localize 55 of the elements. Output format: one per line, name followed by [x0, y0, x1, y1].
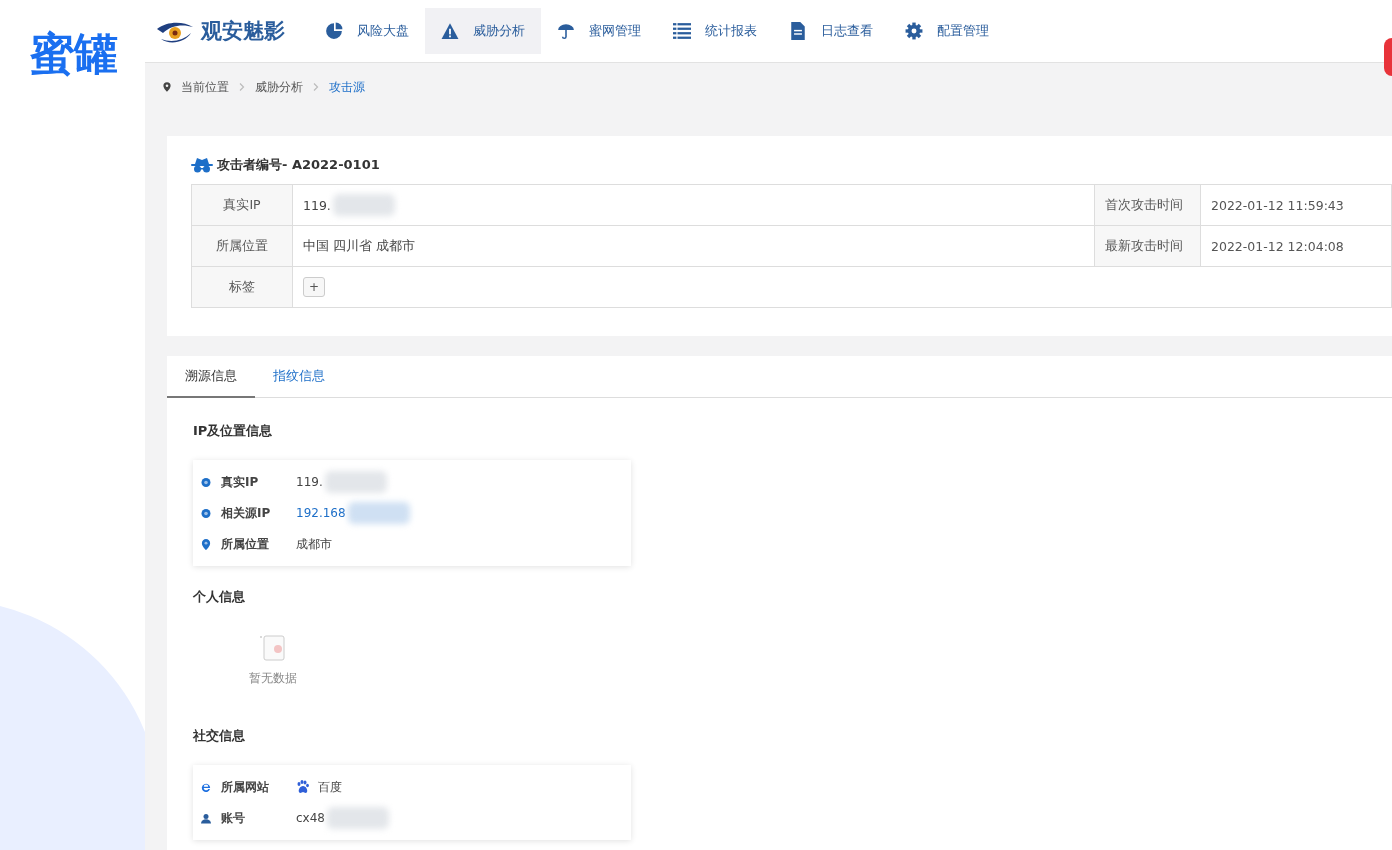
table-cell: 真实IP	[191, 184, 293, 226]
field-value: 119.	[303, 197, 331, 213]
paw-icon	[296, 780, 310, 794]
tab[interactable]: 溯源信息	[167, 356, 255, 398]
table-cell: 最新攻击时间	[1094, 225, 1201, 267]
attacker-id: 攻击者编号- A2022-0101	[217, 156, 380, 174]
circle-icon	[201, 507, 211, 519]
user-icon	[201, 812, 211, 824]
nav-tab[interactable]: 威胁分析	[425, 8, 541, 54]
pie-chart-icon	[325, 22, 343, 40]
tab[interactable]: 指纹信息	[255, 356, 343, 398]
field-label: 所属网站	[221, 778, 270, 796]
field-value: 百度	[318, 778, 342, 796]
breadcrumb-link[interactable]: 当前位置	[181, 78, 229, 96]
field-label: 真实IP	[221, 473, 260, 491]
nav-tab[interactable]: 日志查看	[773, 8, 889, 54]
warning-icon	[441, 22, 459, 40]
field-value: 成都市	[296, 535, 332, 553]
nav-tab[interactable]: 配置管理	[889, 8, 1005, 54]
brand-name: 观安魅影	[201, 18, 285, 45]
chevron-right-icon	[239, 83, 245, 91]
list-icon	[673, 22, 691, 40]
field-label: 相关源IP	[221, 504, 272, 522]
breadcrumb-link[interactable]: 威胁分析	[255, 78, 303, 96]
nav-tab[interactable]: 统计报表	[657, 8, 773, 54]
umbrella-icon	[557, 22, 575, 40]
ip-link[interactable]: 192.168	[296, 506, 346, 520]
chevron-right-icon	[313, 83, 319, 91]
settings-icon	[905, 22, 923, 40]
empty-document-icon	[258, 634, 288, 662]
location-pin-icon	[201, 538, 211, 550]
section-title: IP及位置信息	[193, 422, 274, 440]
section-title: 社交信息	[193, 727, 246, 745]
section-title: 个人信息	[193, 588, 246, 606]
breadcrumb-link[interactable]: 攻击源	[329, 78, 365, 96]
table-cell: 标签	[191, 266, 293, 308]
table-cell: 所属位置	[191, 225, 293, 267]
field-value: 中国 四川省 成都市	[303, 237, 415, 255]
field-value: cx48	[296, 811, 325, 825]
add-tag-button[interactable]: +	[303, 277, 325, 297]
table-cell: 首次攻击时间	[1094, 184, 1201, 226]
browser-e-icon	[201, 781, 211, 793]
empty-state-text: 暂无数据	[249, 670, 297, 687]
document-icon	[789, 22, 807, 40]
circle-icon	[201, 476, 211, 488]
nav-tab[interactable]: 风险大盘	[309, 8, 425, 54]
table-cell: 2022-01-12 11:59:43	[1200, 184, 1392, 226]
table-cell: 2022-01-12 12:04:08	[1200, 225, 1392, 267]
nav-tab[interactable]: 蜜网管理	[541, 8, 657, 54]
hat-glasses-icon	[191, 157, 213, 173]
field-label: 所属位置	[221, 535, 270, 553]
field-value: 119.	[296, 475, 323, 489]
location-pin-icon	[163, 82, 171, 92]
page-title: 蜜罐	[30, 30, 118, 79]
field-label: 账号	[221, 809, 246, 827]
